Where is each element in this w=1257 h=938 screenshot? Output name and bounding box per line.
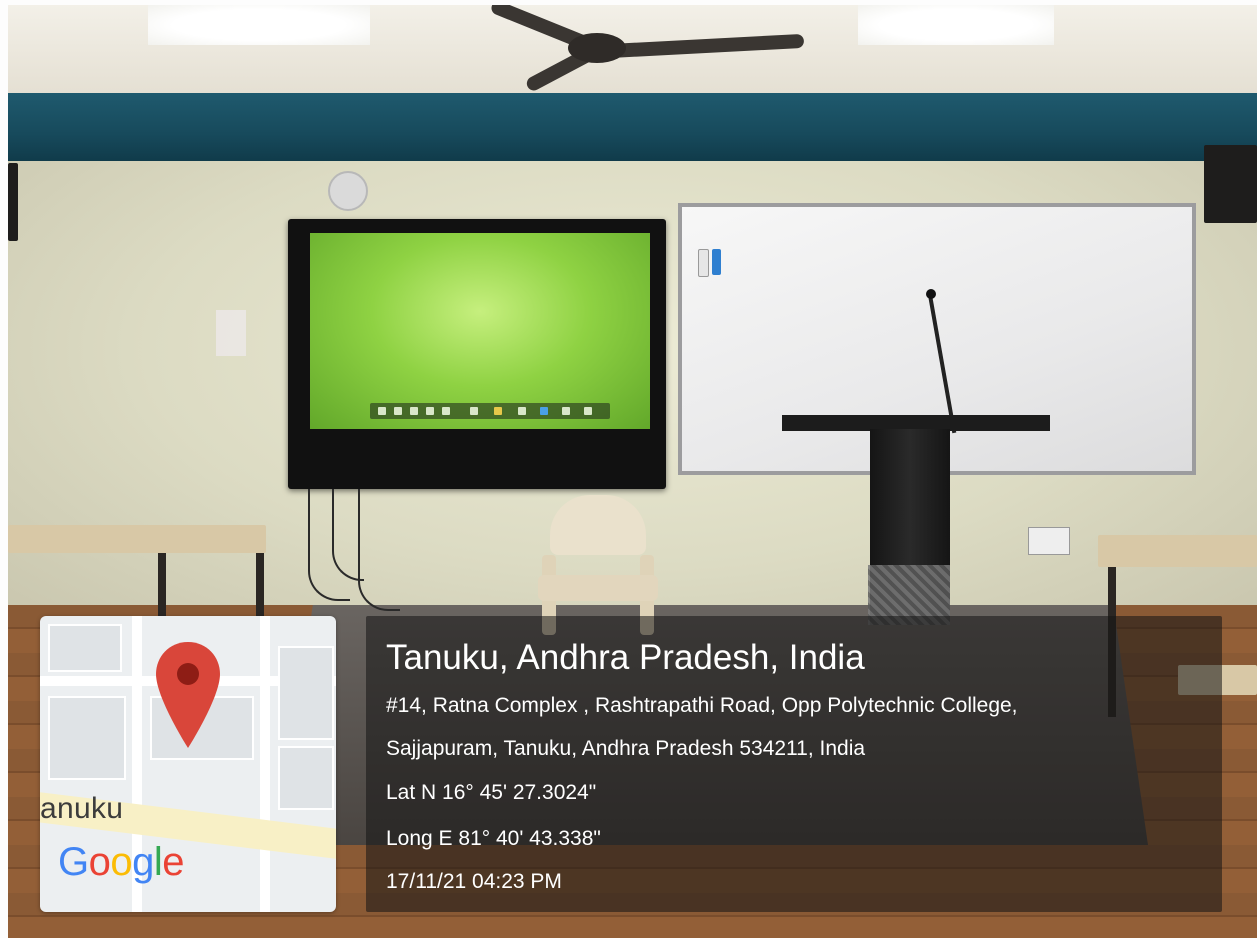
chair-back [550, 495, 646, 555]
desk-leg [158, 553, 166, 623]
location-title: Tanuku, Andhra Pradesh, India [386, 638, 865, 677]
map-block [278, 746, 334, 810]
ceiling-beam [8, 93, 1257, 161]
interactive-display [288, 219, 666, 489]
display-screen [310, 233, 650, 429]
map-city-label: anuku [40, 792, 124, 825]
cable [358, 489, 400, 611]
wall-speaker [1204, 145, 1257, 223]
google-logo: Google [58, 840, 185, 885]
ceiling-light-left [148, 5, 370, 45]
taskbar-icon [562, 407, 570, 415]
google-logo-letter: G [58, 840, 89, 884]
wall-speaker-left [8, 163, 18, 241]
desk-left [8, 525, 266, 553]
taskbar-icon [494, 407, 502, 415]
google-logo-letter: o [88, 840, 111, 884]
address-line-2: Sajjapuram, Tanuku, Andhra Pradesh 53421… [386, 737, 866, 760]
wall-alarm [328, 171, 368, 211]
plastic-chair [528, 495, 668, 635]
address-line-1: #14, Ratna Complex , Rashtrapathi Road, … [386, 694, 1018, 717]
map-block [278, 646, 334, 740]
wall-note [216, 310, 246, 356]
ceiling-light-right [858, 5, 1054, 45]
taskbar-icon [540, 407, 548, 415]
display-taskbar [370, 403, 610, 419]
taskbar-icon [442, 407, 450, 415]
desk-right [1098, 535, 1257, 567]
taskbar-icon [410, 407, 418, 415]
latitude: Lat N 16° 45' 27.3024" [386, 781, 597, 804]
longitude: Long E 81° 40' 43.338" [386, 827, 601, 850]
taskbar-icon [426, 407, 434, 415]
map-road [260, 616, 270, 912]
ceiling-fan [568, 33, 626, 63]
wall-socket [1028, 527, 1070, 555]
marker [698, 249, 709, 277]
google-logo-letter: e [162, 840, 185, 884]
geotag-info-panel: Tanuku, Andhra Pradesh, India #14, Ratna… [366, 616, 1222, 912]
taskbar-icon [584, 407, 592, 415]
microphone [926, 289, 936, 299]
marker [712, 249, 721, 275]
taskbar-icon [470, 407, 478, 415]
datetime: 17/11/21 04:23 PM [386, 870, 562, 893]
location-map-thumbnail: anuku Google [40, 616, 336, 912]
taskbar-icon [518, 407, 526, 415]
map-pin-icon [156, 642, 220, 748]
google-logo-letter: g [132, 840, 154, 884]
taskbar-icon [378, 407, 386, 415]
desk-leg [256, 553, 264, 623]
google-logo-letter: o [110, 840, 133, 884]
taskbar-icon [394, 407, 402, 415]
chair-seat [538, 575, 658, 601]
google-logo-letter: l [153, 840, 163, 884]
map-block [48, 624, 122, 672]
map-block [48, 696, 126, 780]
